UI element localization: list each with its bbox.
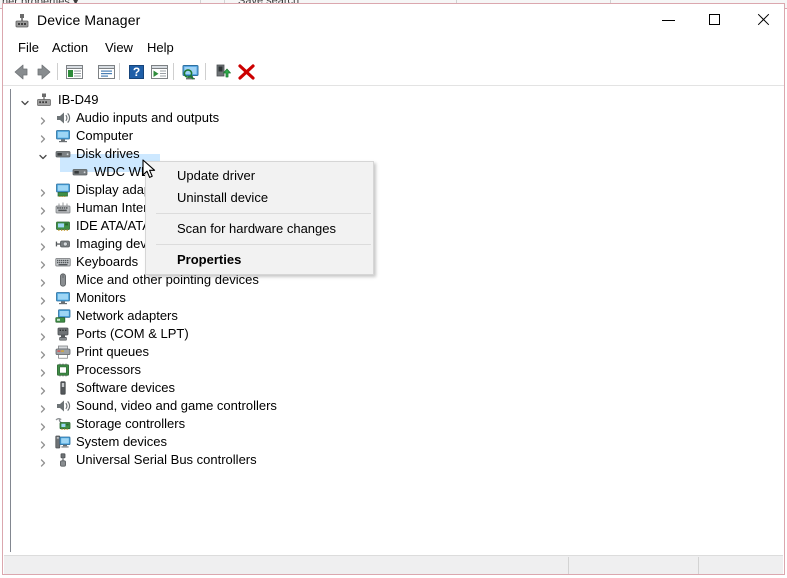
chevron-down-icon[interactable] [20,95,30,106]
tree-label: Audio inputs and outputs [76,110,220,125]
camera-icon [55,237,71,251]
context-menu-item-uninstall-device[interactable]: Uninstall device [146,187,373,209]
status-divider [698,557,699,574]
chevron-right-icon[interactable] [38,455,48,467]
chevron-right-icon[interactable] [38,329,48,341]
maximize-button[interactable] [693,4,739,35]
enable-device-button[interactable] [212,61,235,83]
chevron-right-icon[interactable] [38,347,48,359]
menu-view[interactable]: View [98,39,140,56]
monitor-icon [55,291,71,305]
chevron-right-icon[interactable] [38,203,48,215]
tree-label-root: IB-D49 [58,92,99,107]
context-menu-item-update-driver[interactable]: Update driver [146,165,373,187]
tree-label: Universal Serial Bus controllers [76,452,257,467]
chevron-right-icon[interactable] [38,239,48,251]
chevron-right-icon[interactable] [38,437,48,449]
back-button[interactable] [9,61,32,83]
update-driver-button[interactable] [148,61,171,83]
chevron-right-icon[interactable] [38,311,48,323]
context-menu-separator [156,244,371,245]
monitor-icon [55,129,71,143]
context-menu-separator [156,213,371,214]
toolbar-separator [205,63,206,80]
status-divider [568,557,569,574]
tree-label: Sound, video and game controllers [76,398,277,413]
maximize-icon [709,14,720,25]
help-button[interactable]: ? [125,61,148,83]
chevron-right-icon[interactable] [38,221,48,233]
usb-icon [55,453,71,467]
chevron-down-icon[interactable] [38,149,48,160]
speaker-icon [55,399,71,413]
printer-icon [55,345,71,359]
toolbar-separator [119,63,120,80]
tree-label: Disk drives [76,146,140,161]
device-context-menu: Update driver Uninstall device Scan for … [145,161,374,275]
minimize-button[interactable] [646,4,692,35]
show-hide-tree-button[interactable] [63,61,86,83]
properties-button[interactable] [95,61,118,83]
chevron-right-icon[interactable] [38,419,48,431]
chevron-right-icon[interactable] [38,131,48,143]
title-bar: Device Manager [3,4,784,36]
chevron-right-icon[interactable] [38,257,48,269]
menu-bar: File Action View Help [3,36,784,59]
hid-icon [55,201,71,215]
chevron-right-icon[interactable] [38,293,48,305]
chevron-right-icon[interactable] [38,401,48,413]
disk-drive-icon [72,165,88,179]
context-menu-item-properties[interactable]: Properties [146,249,373,271]
chevron-right-icon[interactable] [38,383,48,395]
chevron-right-icon[interactable] [38,185,48,197]
display-adapter-icon [55,183,71,198]
mouse-icon [55,273,71,287]
uninstall-device-button[interactable] [235,61,258,83]
tree-label: Software devices [76,380,175,395]
tree-label: Network adapters [76,308,178,323]
port-icon [55,327,71,341]
forward-button[interactable] [33,61,56,83]
chevron-right-icon[interactable] [38,113,48,125]
status-bar [4,555,783,574]
menu-action[interactable]: Action [45,39,95,56]
toolbar-separator [57,63,58,80]
disk-drive-icon [55,147,71,161]
tree-label: Ports (COM & LPT) [76,326,189,341]
system-device-icon [55,435,71,449]
device-tree-panel[interactable]: IB-D49 Audio inputs and outputs Computer… [10,89,777,552]
storage-controller-icon [55,417,71,431]
tree-label: Storage controllers [76,416,186,431]
tree-label: System devices [76,434,168,449]
window-title: Device Manager [37,12,141,28]
minimize-icon [662,20,675,21]
network-adapter-icon [55,309,71,323]
toolbar: ? [3,59,784,86]
computer-root-icon [36,93,52,107]
context-menu-item-scan-for-hardware-changes[interactable]: Scan for hardware changes [146,218,373,240]
ide-controller-icon [55,219,71,233]
processor-icon [55,363,71,377]
chevron-right-icon[interactable] [38,275,48,287]
chevron-right-icon[interactable] [38,365,48,377]
keyboard-icon [55,255,71,269]
svg-text:?: ? [133,65,140,79]
device-manager-window: Device Manager File Action View Help ? I… [2,3,785,575]
menu-help[interactable]: Help [140,39,181,56]
tree-label: Processors [76,362,142,377]
tree-label: Print queues [76,344,149,359]
software-device-icon [55,381,71,395]
tree-label: Computer [76,128,134,143]
scan-hardware-button[interactable] [179,61,202,83]
device-manager-icon [14,13,30,29]
speaker-icon [55,111,71,125]
tree-label: Keyboards [76,254,139,269]
toolbar-separator [173,63,174,80]
close-button[interactable] [740,4,786,35]
menu-file[interactable]: File [11,39,46,56]
tree-label: Monitors [76,290,126,305]
